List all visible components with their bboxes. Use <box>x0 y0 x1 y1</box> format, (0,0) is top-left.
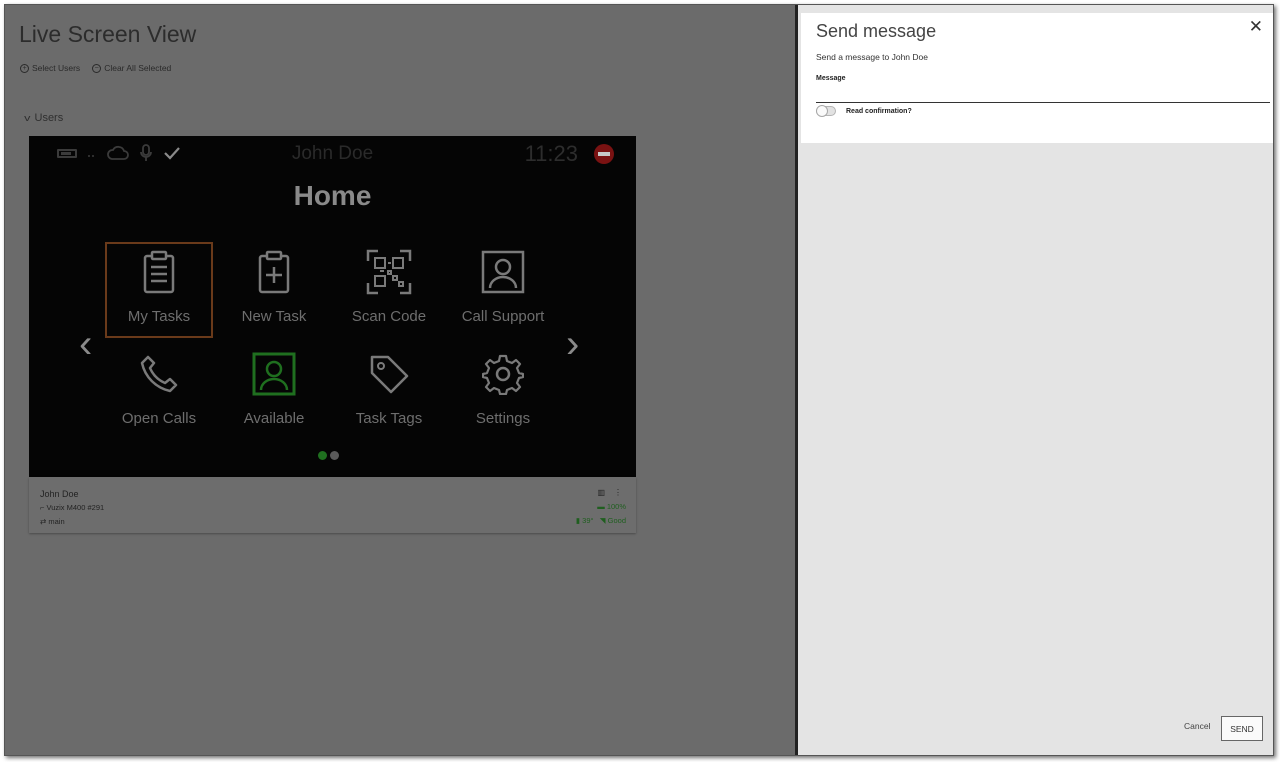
read-confirmation-label: Read confirmation? <box>846 108 912 115</box>
user-card-info[interactable]: John Doe ⌐ Vuzix M400 #291 ⇄ main ▥ ⋮ ▬ … <box>29 477 636 533</box>
card-branch: ⇄ main <box>40 517 65 526</box>
tile-settings[interactable]: Settings <box>449 346 557 442</box>
add-circle-icon: + <box>20 63 29 73</box>
tile-available[interactable]: Available <box>220 346 328 442</box>
tile-label: New Task <box>241 308 307 325</box>
send-message-panel: Send message ✕ Send a message to John Do… <box>795 5 1273 755</box>
message-input[interactable] <box>816 87 1270 103</box>
panel-title: Send message <box>816 21 937 41</box>
users-section-toggle[interactable]: v Users <box>24 112 64 124</box>
select-users-button[interactable]: + Select Users <box>20 63 80 73</box>
qr-code-icon <box>335 244 443 300</box>
tile-new-task[interactable]: New Task <box>220 244 328 340</box>
thermometer-icon: ▮ <box>575 516 581 525</box>
branch-icon: ⇄ <box>40 517 47 526</box>
chevron-right-icon[interactable]: › <box>566 324 579 364</box>
app-window: Live Screen View + Select Users − Clear … <box>4 4 1274 756</box>
tile-my-tasks[interactable]: My Tasks <box>105 242 213 338</box>
send-button[interactable]: SEND <box>1221 716 1263 741</box>
tile-call-support[interactable]: Call Support <box>449 244 557 340</box>
page-dot[interactable] <box>330 451 339 460</box>
clipboard-icon <box>107 244 211 300</box>
person-icon <box>220 346 328 402</box>
gear-icon <box>449 346 557 402</box>
clear-all-selected-button[interactable]: − Clear All Selected <box>92 63 171 73</box>
battery-icon: ▬ <box>597 502 605 511</box>
chevron-left-icon[interactable]: ‹ <box>79 324 92 364</box>
page-indicator <box>318 451 339 460</box>
contact-icon <box>449 244 557 300</box>
toggle-knob <box>816 105 828 117</box>
tile-scan-code[interactable]: Scan Code <box>335 244 443 340</box>
card-signal-value: Good <box>607 516 626 525</box>
card-actions: ▥ ⋮ <box>598 488 622 497</box>
tile-open-calls[interactable]: Open Calls <box>105 346 213 442</box>
tile-label: My Tasks <box>127 308 191 325</box>
tile-label: Call Support <box>461 308 545 325</box>
remove-circle-icon: − <box>92 63 102 73</box>
wifi-icon: ◥ <box>599 516 606 525</box>
card-temperature-value: 39° <box>582 516 594 525</box>
card-status: ▮ 39° ◥ Good <box>576 516 626 525</box>
chevron-down-icon: v <box>24 113 31 123</box>
clipboard-plus-icon <box>220 244 328 300</box>
recording-icon <box>594 144 614 164</box>
tile-label: Task Tags <box>355 410 423 427</box>
panel-subtitle: Send a message to John Doe <box>816 52 928 62</box>
message-label: Message <box>816 75 846 82</box>
tag-icon <box>335 346 443 402</box>
select-users-label: Select Users <box>32 63 81 73</box>
send-message-form: Send message ✕ Send a message to John Do… <box>801 13 1273 143</box>
phone-icon <box>105 346 213 402</box>
card-battery: ▬ 100% <box>597 502 626 511</box>
device-home-title: Home <box>293 180 372 211</box>
live-screen-view-page: Live Screen View + Select Users − Clear … <box>5 5 795 755</box>
page-dot-active[interactable] <box>318 451 327 460</box>
device-live-screen[interactable]: John Doe 11:23 Home ‹ › My Tasks New Tas… <box>29 136 636 477</box>
users-section-label: Users <box>34 112 64 124</box>
glasses-icon: ⌐ <box>40 503 45 512</box>
device-clock: 11:23 <box>524 141 578 166</box>
clear-all-selected-label: Clear All Selected <box>104 63 172 73</box>
card-user-name: John Doe <box>40 489 79 499</box>
chart-icon[interactable]: ▥ <box>598 488 606 497</box>
card-device: ⌐ Vuzix M400 #291 <box>40 503 104 512</box>
more-vertical-icon[interactable]: ⋮ <box>614 488 622 497</box>
tile-label: Open Calls <box>121 410 197 427</box>
page-title: Live Screen View <box>19 21 197 47</box>
tile-label: Scan Code <box>351 308 427 325</box>
read-confirmation-toggle[interactable] <box>816 105 836 117</box>
tile-label: Settings <box>475 410 531 427</box>
toolbar: + Select Users − Clear All Selected <box>20 63 171 73</box>
cancel-button[interactable]: Cancel <box>1184 721 1210 731</box>
close-icon[interactable]: ✕ <box>1249 17 1263 37</box>
tile-task-tags[interactable]: Task Tags <box>335 346 443 442</box>
tile-label: Available <box>243 410 305 427</box>
card-branch-label: main <box>48 517 65 526</box>
card-device-label: Vuzix M400 #291 <box>46 503 105 512</box>
card-battery-value: 100% <box>606 502 626 511</box>
